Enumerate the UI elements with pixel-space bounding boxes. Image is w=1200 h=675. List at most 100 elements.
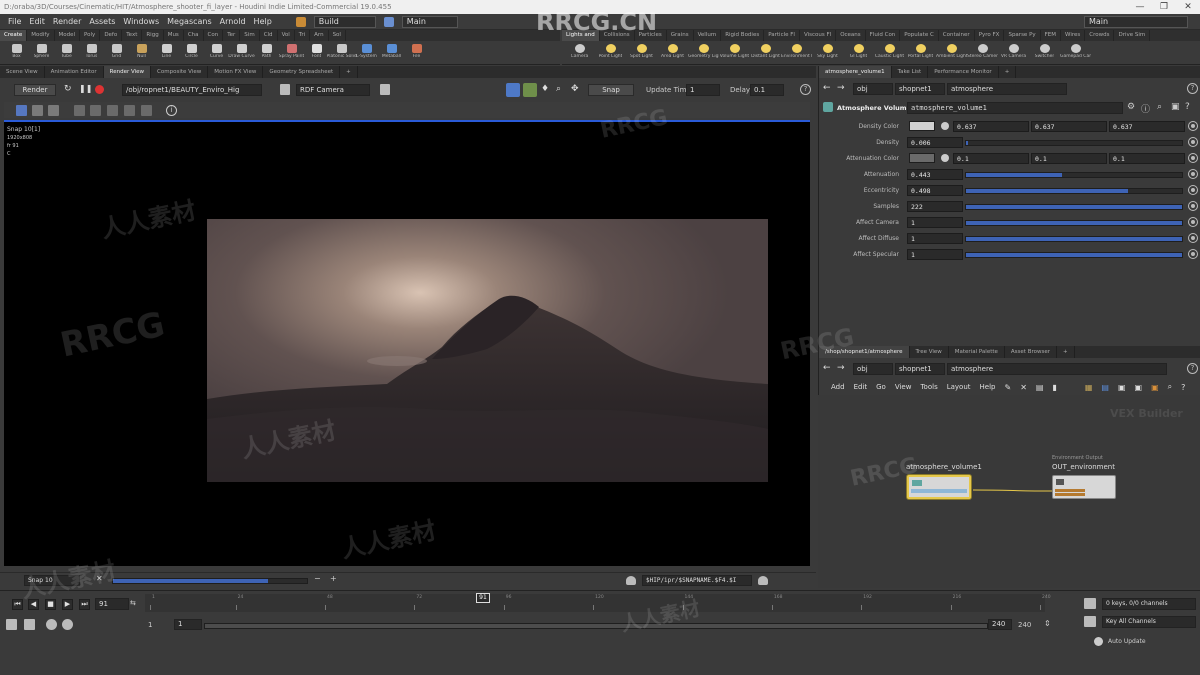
shelf-tab[interactable]: Text — [122, 30, 143, 41]
shelf-tab[interactable]: Sim — [240, 30, 260, 41]
range-end-field[interactable]: 240 — [988, 619, 1012, 630]
play-button[interactable]: ▶ — [62, 599, 73, 610]
shelf-tab[interactable]: Crowds — [1085, 30, 1115, 41]
attenuation-gear-icon[interactable] — [1189, 170, 1197, 178]
density-slider[interactable] — [965, 140, 1183, 146]
shelf-tool-button[interactable]: Spray Paint — [279, 41, 304, 64]
shelf-tab[interactable]: Fluid Con — [866, 30, 901, 41]
menu-megascans[interactable]: Megascans — [167, 17, 212, 26]
samples-field[interactable]: 222 — [907, 201, 963, 212]
eccentricity-field[interactable]: 0.498 — [907, 185, 963, 196]
save-image-icon[interactable] — [758, 576, 768, 585]
shelf-tab[interactable]: Drive Sim — [1114, 30, 1151, 41]
shelf-tab[interactable]: Create — [0, 30, 28, 41]
shelf-tab[interactable]: Cha — [184, 30, 204, 41]
shelf-tab[interactable]: Viscous Fl — [800, 30, 837, 41]
delay-field[interactable]: 0.1 — [750, 84, 784, 96]
pause-icon[interactable]: ❚❚ — [79, 84, 92, 95]
tab-asset-browser[interactable]: Asset Browser — [1005, 346, 1057, 358]
stop-button[interactable]: ■ — [45, 599, 56, 610]
lock-icon[interactable]: ▣ — [1171, 102, 1180, 112]
shelf-tab[interactable]: Grains — [667, 30, 694, 41]
add-pane-tab-button[interactable]: + — [999, 66, 1017, 78]
shelf-tool-button[interactable]: Spot Light — [626, 41, 657, 64]
tab-network-path[interactable]: /shop/shopnet1/atmosphere — [819, 346, 910, 358]
affect-diffuse-slider[interactable] — [965, 236, 1183, 242]
exposure-slider[interactable] — [112, 578, 308, 584]
playbar-options-icon[interactable]: ⇕ — [1044, 619, 1051, 628]
shelf-tool-button[interactable]: Volume Light — [719, 41, 750, 64]
attenuation-field[interactable]: 0.443 — [907, 169, 963, 180]
current-frame-field[interactable]: 91 — [95, 598, 129, 610]
right-desk-selector[interactable]: Main — [1084, 15, 1188, 28]
image-path-field[interactable]: $HIP/ipr/$SNAPNAME.$F4.$I — [642, 575, 752, 586]
network-image-icon[interactable]: ▣ — [1118, 383, 1126, 392]
param-help2-icon[interactable]: ? — [1185, 102, 1190, 112]
shelf-tool-button[interactable]: Curve — [204, 41, 229, 64]
net-path-shopnet[interactable]: shopnet1 — [895, 363, 945, 375]
shelf-tab[interactable]: Collisions — [600, 30, 635, 41]
add-network-tab-button[interactable]: + — [1057, 346, 1075, 358]
shelf-tool-button[interactable]: Environment Light — [781, 41, 812, 64]
list-view-icon[interactable]: ▤ — [1101, 383, 1109, 392]
shelf-tool-button[interactable]: Circle — [179, 41, 204, 64]
node-name-field[interactable]: atmosphere_volume1 — [907, 102, 1123, 114]
network-bookmark-icon[interactable]: ▣ — [1151, 383, 1159, 392]
affect-camera-slider[interactable] — [965, 220, 1183, 226]
net-back-icon[interactable]: ← — [823, 363, 831, 373]
affect-specular-slider[interactable] — [965, 252, 1183, 258]
shelf-tab[interactable]: Model — [55, 30, 81, 41]
density-color-b[interactable]: 0.637 — [1109, 121, 1185, 132]
shelf-tool-button[interactable]: Portal Light — [905, 41, 936, 64]
shelf-tool-button[interactable]: Grid — [104, 41, 129, 64]
shelf-tab[interactable]: Sparse Py — [1004, 30, 1041, 41]
tab-scene-view[interactable]: Scene View — [0, 66, 45, 78]
alpha-channel-icon[interactable] — [32, 105, 43, 116]
stop-render-icon[interactable] — [95, 85, 104, 94]
back-icon[interactable]: ← — [823, 83, 831, 93]
shelf-tab[interactable]: Modify — [27, 30, 55, 41]
jump-start-button[interactable]: ⏮ — [12, 599, 23, 610]
network-settings-icon[interactable]: ✕ — [1020, 383, 1027, 392]
light-icon[interactable]: ♦ — [541, 84, 549, 95]
shelf-tool-button[interactable]: File — [404, 41, 429, 64]
gear-icon[interactable]: ⚙ — [1127, 102, 1135, 112]
density-color-gear-icon[interactable] — [1189, 122, 1197, 130]
refresh-icon[interactable]: ↻ — [64, 84, 74, 95]
delete-snap-icon[interactable]: ✕ — [96, 574, 103, 583]
menu-help[interactable]: Help — [254, 17, 272, 26]
shelf-tool-button[interactable]: Path — [254, 41, 279, 64]
compare-icon[interactable] — [48, 105, 59, 116]
tab-tree-view[interactable]: Tree View — [910, 346, 949, 358]
attenuation-color-gear-icon[interactable] — [1189, 154, 1197, 162]
density-color-picker-icon[interactable] — [941, 122, 949, 130]
wrench-icon[interactable]: ✎ — [1004, 383, 1011, 392]
shelf-tool-button[interactable]: Geometry Light — [688, 41, 719, 64]
attenuation-color-b[interactable]: 0.1 — [1109, 153, 1185, 164]
tab-parameters[interactable]: atmosphere_volume1 — [819, 66, 892, 78]
shelf-tab[interactable]: FEM — [1041, 30, 1062, 41]
density-color-swatch[interactable] — [909, 121, 935, 131]
snap-selector[interactable]: Snap 10 — [24, 575, 80, 586]
shelf-tool-button[interactable]: Null — [129, 41, 154, 64]
shelf-tool-button[interactable]: Area Light — [657, 41, 688, 64]
net-forward-icon[interactable]: → — [837, 363, 845, 373]
shelf-tab[interactable]: Lights and — [562, 30, 600, 41]
shelf-tool-button[interactable]: Camera — [564, 41, 595, 64]
shelf-tool-button[interactable]: Box — [4, 41, 29, 64]
net-menu-view[interactable]: View — [895, 383, 912, 391]
shelf-tool-button[interactable]: Draw Curve — [228, 41, 255, 64]
shelf-tab[interactable]: Sol — [329, 30, 346, 41]
forward-icon[interactable]: → — [837, 83, 845, 93]
tab-material-palette[interactable]: Material Palette — [949, 346, 1005, 358]
loop-icon[interactable] — [46, 619, 57, 630]
network-search-icon[interactable]: ⌕ — [1168, 382, 1172, 392]
auto-update-label[interactable]: Auto Update — [1108, 638, 1146, 645]
shelf-tool-button[interactable]: Ambient Light — [936, 41, 967, 64]
add-tab-button[interactable]: + — [340, 66, 358, 78]
shelf-tab[interactable]: Poly — [80, 30, 101, 41]
tab-composite-view[interactable]: Composite View — [151, 66, 209, 78]
attenuation-slider[interactable] — [965, 172, 1183, 178]
net-path-atmosphere[interactable]: atmosphere — [947, 363, 1167, 375]
affect-specular-gear-icon[interactable] — [1189, 250, 1197, 258]
